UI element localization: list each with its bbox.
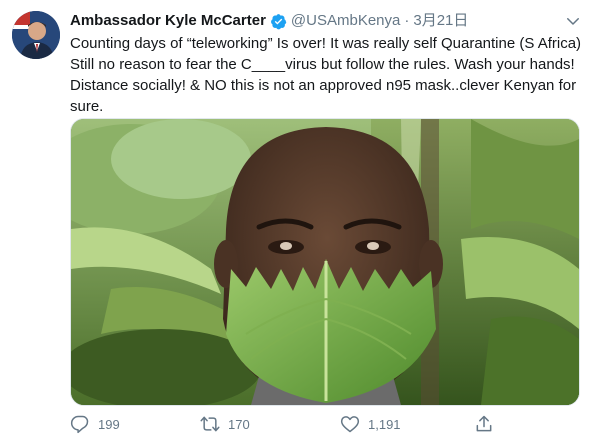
- tweet-date[interactable]: 3月21日: [413, 11, 468, 31]
- tweet-card[interactable]: Ambassador Kyle McCarter @USAmbKenya · 3…: [0, 0, 592, 443]
- tweet-text: Counting days of “teleworking” Is over! …: [70, 35, 582, 115]
- tweet-photo[interactable]: [70, 118, 580, 406]
- author-name[interactable]: Ambassador Kyle McCarter: [70, 11, 266, 31]
- like-count: 1,191: [368, 416, 401, 432]
- chevron-down-icon[interactable]: [564, 12, 582, 30]
- tweet-header: Ambassador Kyle McCarter @USAmbKenya · 3…: [70, 10, 468, 32]
- verified-badge-icon: [270, 13, 287, 30]
- avatar[interactable]: [12, 11, 60, 59]
- heart-icon: [340, 416, 360, 433]
- author-handle[interactable]: @USAmbKenya: [291, 11, 400, 31]
- reply-count: 199: [98, 416, 120, 432]
- like-button[interactable]: 1,191: [340, 410, 401, 438]
- retweet-button[interactable]: 170: [200, 410, 250, 438]
- reply-icon: [70, 415, 89, 434]
- reply-button[interactable]: 199: [70, 410, 120, 438]
- header-separator: ·: [404, 12, 410, 29]
- tweet-actions: 199 170 1,191: [70, 410, 582, 438]
- retweet-count: 170: [228, 416, 250, 432]
- retweet-icon: [200, 416, 220, 432]
- share-button[interactable]: [474, 410, 502, 438]
- share-icon: [476, 415, 492, 432]
